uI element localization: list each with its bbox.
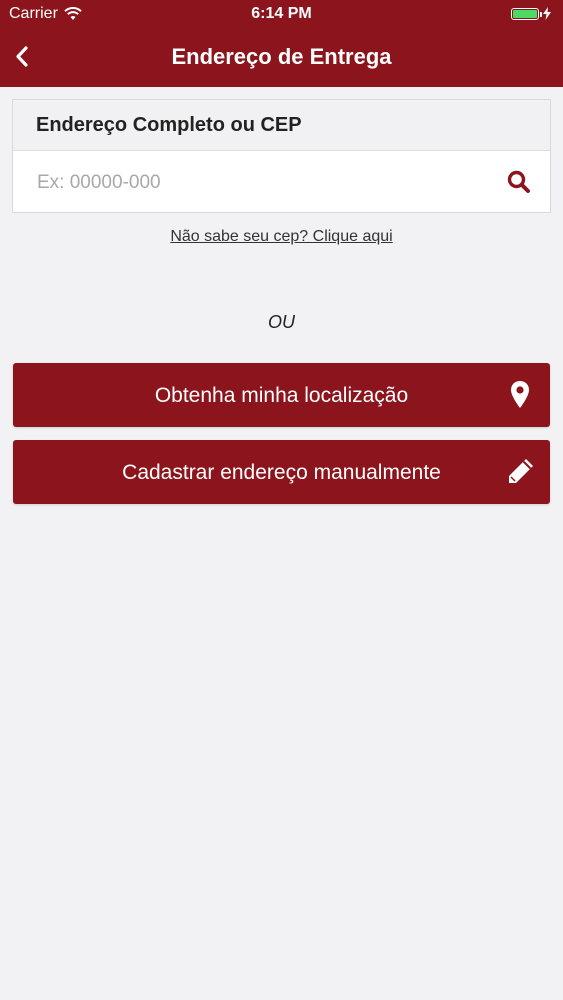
navigation-bar: Endereço de Entrega	[0, 30, 563, 87]
address-search-card: Endereço Completo ou CEP	[12, 99, 551, 213]
manual-address-label: Cadastrar endereço manualmente	[122, 461, 441, 484]
get-location-button[interactable]: Obtenha minha localização	[13, 363, 550, 427]
get-location-label: Obtenha minha localização	[154, 384, 409, 407]
or-separator: OU	[268, 312, 295, 332]
battery-tip	[540, 11, 542, 17]
battery-indicator	[511, 7, 551, 20]
status-bar: Carrier 6:14 PM	[0, 0, 563, 30]
status-time: 6:14 PM	[251, 5, 312, 22]
address-card-header: Endereço Completo ou CEP	[13, 100, 550, 151]
battery-fill	[513, 9, 537, 18]
charging-bolt-icon	[543, 7, 551, 20]
search-icon	[507, 170, 530, 193]
cep-help-link[interactable]: Não sabe seu cep? Clique aqui	[0, 228, 563, 246]
manual-address-button[interactable]: Cadastrar endereço manualmente	[13, 440, 550, 504]
address-input-row	[13, 151, 550, 213]
battery-icon	[511, 7, 542, 20]
page-title: Endereço de Entrega	[171, 44, 392, 69]
address-search-input[interactable]	[35, 165, 479, 201]
app-header: Carrier 6:14 PM Endereço de Entrega	[0, 0, 563, 87]
pencil-icon	[509, 459, 533, 483]
map-pin-icon	[511, 381, 529, 408]
search-button[interactable]	[506, 169, 532, 195]
